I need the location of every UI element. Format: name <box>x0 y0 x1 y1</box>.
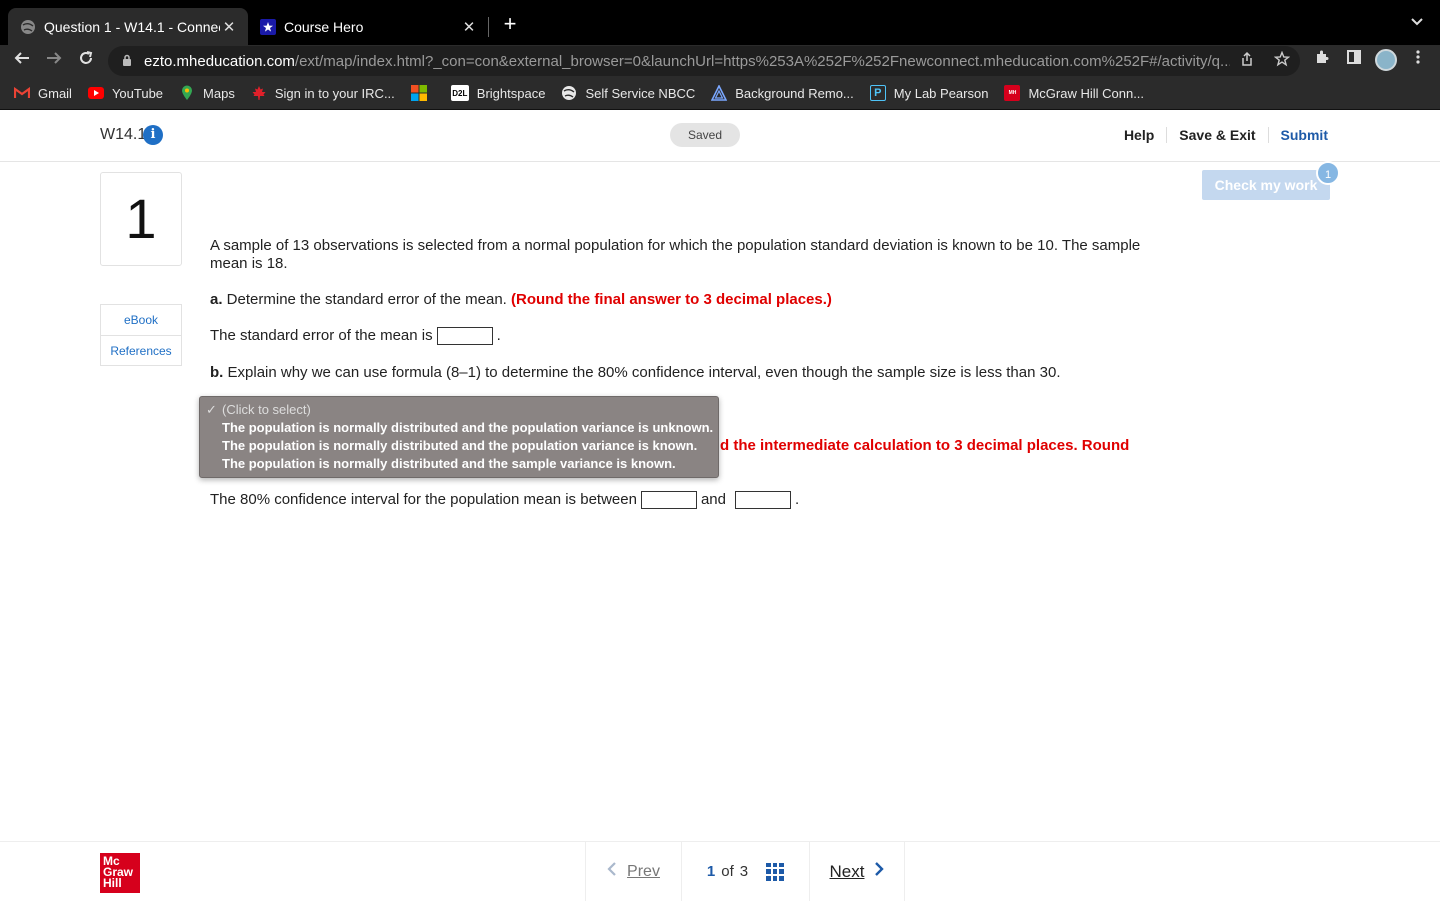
chevron-down-icon[interactable] <box>1410 14 1424 30</box>
total-pages: 3 <box>739 863 749 880</box>
current-page: 1 <box>706 863 716 880</box>
info-icon[interactable]: i <box>143 125 163 145</box>
reload-icon[interactable] <box>74 49 98 73</box>
pearson-p-icon: P <box>869 85 886 101</box>
next-label: Next <box>829 861 865 881</box>
part-a-prompt: a. Determine the standard error of the m… <box>210 291 832 308</box>
prev-button[interactable]: Prev <box>586 842 682 901</box>
bookmark-background-remover[interactable]: Background Remo... <box>711 85 854 101</box>
part-b-prompt: b. Explain why we can use formula (8–1) … <box>210 364 1061 381</box>
browser-toolbar: ezto.mheducation.com/ext/map/index.html?… <box>0 45 1440 77</box>
chevron-left-icon <box>607 861 617 882</box>
mcgraw-hill-logo: Mc Graw Hill <box>100 853 140 893</box>
checkmark-icon: ✓ <box>206 402 217 417</box>
kebab-menu-icon[interactable] <box>1406 49 1430 73</box>
tab-course-hero[interactable]: Course Hero ✕ <box>250 8 488 45</box>
prev-label: Prev <box>627 862 660 880</box>
references-link[interactable]: References <box>101 335 181 365</box>
help-link[interactable]: Help <box>1112 127 1166 143</box>
ci-lower-input[interactable] <box>640 491 697 510</box>
check-my-work-button[interactable]: Check my work <box>1202 170 1330 200</box>
submit-link[interactable]: Submit <box>1267 127 1328 143</box>
part-a-label: a. <box>210 291 223 308</box>
back-arrow-icon[interactable] <box>10 49 34 73</box>
part-a-answer-line: The standard error of the mean is. <box>210 327 501 346</box>
page-indicator[interactable]: 1 of 3 <box>682 842 810 901</box>
bookmark-irc[interactable]: Sign in to your IRC... <box>251 85 395 101</box>
question-pager: Prev 1 of 3 Next <box>585 842 905 901</box>
dropdown-option[interactable]: The population is normally distributed a… <box>200 419 718 437</box>
save-exit-link[interactable]: Save & Exit <box>1166 127 1267 143</box>
address-bar[interactable]: ezto.mheducation.com/ext/map/index.html?… <box>108 46 1300 76</box>
youtube-icon <box>87 85 104 101</box>
globe-icon <box>561 85 577 101</box>
ebook-link[interactable]: eBook <box>101 305 181 335</box>
bookmark-mcgraw-hill[interactable]: MH McGraw Hill Conn... <box>1004 85 1144 101</box>
standard-error-input[interactable] <box>436 327 493 346</box>
close-icon[interactable]: ✕ <box>220 18 238 36</box>
part-c-answer-line: The 80% confidence interval for the popu… <box>210 491 800 510</box>
next-button[interactable]: Next <box>810 842 904 901</box>
part-b-label: b. <box>210 364 224 381</box>
resources-panel: eBook References <box>100 304 182 366</box>
assignment-title: W14.1 <box>100 126 147 143</box>
gmail-icon <box>14 85 30 101</box>
dropdown-option[interactable]: The population is normally distributed a… <box>200 437 718 455</box>
part-c-instruction: d the intermediate calculation to 3 deci… <box>720 437 1130 454</box>
dropdown-option-placeholder[interactable]: ✓ (Click to select) <box>200 401 718 419</box>
bookmarks-bar: Gmail YouTube Maps Sign in to your IRC..… <box>0 77 1440 110</box>
dropdown-option[interactable]: The population is normally distributed a… <box>200 455 718 473</box>
check-attempts-badge: 1 <box>1316 161 1340 185</box>
chevron-right-icon <box>874 861 885 882</box>
bookmark-star-icon[interactable] <box>1273 50 1291 71</box>
globe-icon <box>20 19 36 35</box>
bookmark-youtube[interactable]: YouTube <box>87 85 163 101</box>
share-icon[interactable] <box>1240 51 1254 71</box>
part-a-instruction: (Round the final answer to 3 decimal pla… <box>511 291 832 308</box>
d2l-icon: D2L <box>450 85 469 101</box>
grid-icon[interactable] <box>766 862 785 881</box>
tab-separator <box>488 17 489 37</box>
mcgraw-hill-logo-icon: MH <box>1004 85 1021 101</box>
header-actions: Help Save & Exit Submit <box>1112 127 1328 143</box>
footer-bar: Mc Graw Hill Prev 1 of 3 Next <box>0 841 1440 901</box>
bookmark-microsoft[interactable] <box>410 85 435 101</box>
question-number: 1 <box>100 172 182 266</box>
triangle-logo-icon <box>711 85 728 101</box>
maple-leaf-icon <box>251 85 267 101</box>
forward-arrow-icon[interactable] <box>42 49 66 73</box>
side-panel-icon[interactable] <box>1342 49 1366 73</box>
explanation-dropdown-list[interactable]: ✓ (Click to select) The population is nor… <box>199 396 719 478</box>
bookmark-maps[interactable]: Maps <box>179 85 235 101</box>
new-tab-plus-icon[interactable]: + <box>498 12 522 36</box>
saved-status-badge: Saved <box>670 123 740 147</box>
star-icon <box>260 18 276 35</box>
question-intro: A sample of 13 observations is selected … <box>210 237 1141 272</box>
tab-title: Question 1 - W14.1 - Connect <box>44 18 220 35</box>
bookmark-self-service[interactable]: Self Service NBCC <box>561 85 695 101</box>
bookmark-brightspace[interactable]: D2L Brightspace <box>450 85 545 101</box>
microsoft-logo-icon <box>410 85 427 101</box>
maps-pin-icon <box>179 85 195 101</box>
close-icon[interactable]: ✕ <box>460 18 478 36</box>
lock-icon <box>122 54 134 68</box>
bookmark-gmail[interactable]: Gmail <box>14 85 72 101</box>
assignment-header: W14.1 i Saved Help Save & Exit Submit <box>0 111 1440 162</box>
profile-avatar[interactable] <box>1375 49 1397 71</box>
browser-tab-strip: Question 1 - W14.1 - Connect ✕ Course He… <box>0 0 1440 45</box>
ci-upper-input[interactable] <box>734 491 791 510</box>
tab-connect[interactable]: Question 1 - W14.1 - Connect ✕ <box>8 8 248 45</box>
tab-title: Course Hero <box>284 18 364 35</box>
url-text: ezto.mheducation.com/ext/map/index.html?… <box>144 52 1230 70</box>
extensions-puzzle-icon[interactable] <box>1310 49 1334 73</box>
bookmark-my-lab-pearson[interactable]: P My Lab Pearson <box>869 85 988 101</box>
